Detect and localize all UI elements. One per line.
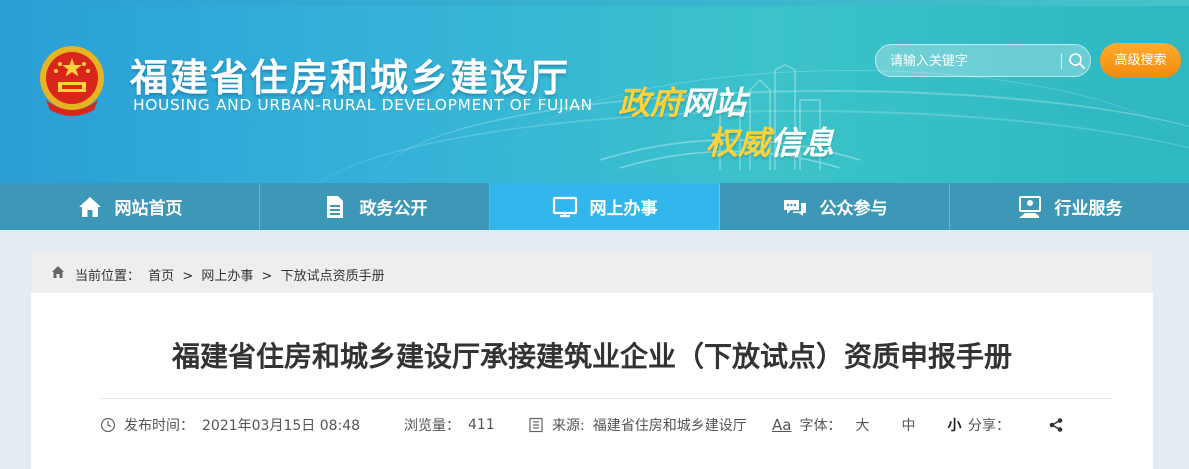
- breadcrumb-separator: >: [261, 269, 273, 284]
- slogan-gold-text: 政府: [618, 84, 683, 122]
- font-size-small-button[interactable]: 小: [947, 415, 961, 435]
- view-count: 浏览量： 411: [404, 415, 495, 435]
- list-icon: [529, 417, 543, 433]
- breadcrumb-link-home[interactable]: 首页: [148, 269, 174, 284]
- nav-item-home[interactable]: 网站首页: [0, 183, 260, 230]
- slogan-white-text: 网站: [682, 84, 747, 122]
- title-divider: [99, 398, 1112, 399]
- views-label: 浏览量：: [404, 418, 460, 434]
- font-size-medium-button[interactable]: 中: [901, 415, 915, 435]
- source-label: 来源:: [552, 418, 585, 434]
- service-icon: [1018, 195, 1041, 218]
- share-icon[interactable]: [1048, 417, 1064, 433]
- site-header: 福建省住房和城乡建设厅 HOUSING AND URBAN-RURAL DEVE…: [0, 0, 1189, 183]
- source-value: 福建省住房和城乡建设厅: [592, 418, 747, 434]
- home-icon: [52, 266, 64, 278]
- font-size-label: 字体：: [799, 418, 842, 434]
- nav-item-public-participation[interactable]: 公众参与: [720, 183, 950, 230]
- slogan-line-2: 权威信息: [706, 118, 834, 164]
- chat-icon: [783, 199, 806, 216]
- nav-item-label: 公众参与: [819, 199, 888, 219]
- publish-time-label: 发布时间：: [124, 418, 194, 434]
- font-size-icon: Aa: [772, 416, 792, 434]
- breadcrumb-trail: 当前位置： 首页 > 网上办事 > 下放试点资质手册: [75, 265, 389, 284]
- header-top-band: [0, 0, 1189, 6]
- main-nav: 网站首页 政务公开 网上办事 公众参与 行业服务: [0, 183, 1189, 230]
- views-value: 411: [468, 417, 495, 433]
- breadcrumb-current[interactable]: 下放试点资质手册: [281, 269, 385, 284]
- slogan-gold-text: 权威: [706, 124, 771, 162]
- share-controls: 分享：: [968, 415, 1064, 435]
- search-divider: [1061, 53, 1062, 69]
- nav-item-government-affairs[interactable]: 政务公开: [260, 183, 490, 230]
- clock-icon: [100, 417, 116, 433]
- search-input[interactable]: [890, 51, 1050, 71]
- advanced-search-button[interactable]: 高级搜索: [1100, 43, 1181, 78]
- search-box: [875, 44, 1091, 77]
- publish-time-value: 2021年03月15日 08:48: [202, 418, 361, 434]
- article-source: 来源: 福建省住房和城乡建设厅: [528, 415, 747, 435]
- share-label: 分享：: [968, 418, 1010, 434]
- nav-item-online-services[interactable]: 网上办事: [490, 183, 720, 230]
- slogan-white-text: 信息: [770, 124, 835, 162]
- font-size-large-button[interactable]: 大: [855, 415, 869, 435]
- national-emblem-icon: [40, 46, 104, 116]
- article-title: 福建省住房和城乡建设厅承接建筑业企业（下放试点）资质申报手册: [171, 340, 1012, 373]
- publish-time: 发布时间： 2021年03月15日 08:48: [100, 415, 360, 435]
- breadcrumb-separator: >: [182, 269, 194, 284]
- search-icon[interactable]: [1067, 51, 1087, 71]
- site-subtitle: HOUSING AND URBAN-RURAL DEVELOPMENT OF F…: [133, 96, 593, 114]
- site-title: 福建省住房和城乡建设厅: [130, 56, 571, 100]
- font-size-controls: Aa 字体： 大 中 小: [772, 415, 961, 435]
- nav-item-label: 政务公开: [359, 199, 428, 219]
- breadcrumb: 当前位置： 首页 > 网上办事 > 下放试点资质手册: [31, 253, 1153, 293]
- breadcrumb-prefix: 当前位置：: [75, 269, 141, 284]
- home-icon: [78, 196, 101, 217]
- breadcrumb-link-online-services[interactable]: 网上办事: [201, 269, 253, 284]
- document-icon: [326, 195, 343, 218]
- nav-item-label: 行业服务: [1054, 199, 1123, 219]
- nav-item-industry-services[interactable]: 行业服务: [950, 183, 1189, 230]
- nav-item-label: 网站首页: [114, 199, 183, 219]
- monitor-icon: [552, 196, 577, 217]
- nav-item-label: 网上办事: [589, 199, 658, 219]
